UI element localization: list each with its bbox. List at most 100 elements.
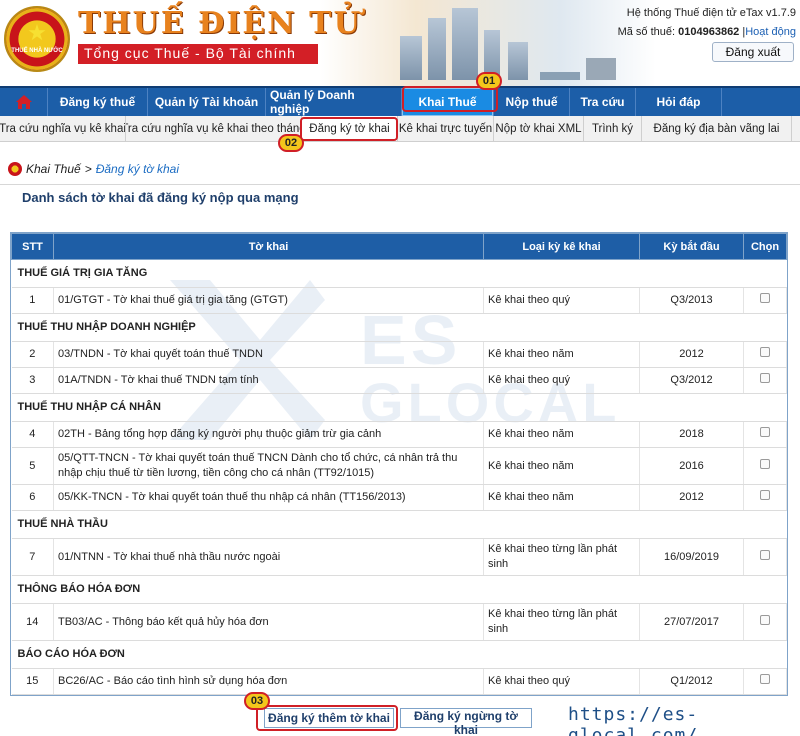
site-url[interactable]: https://es-glocal.com/ xyxy=(568,704,800,736)
group-title: THUẾ THU NHẬP CÁ NHÂN xyxy=(11,393,787,422)
row-name: 02TH - Bảng tổng hợp đăng ký người phụ t… xyxy=(53,421,484,448)
col-loai-ky: Loại kỳ kê khai xyxy=(483,233,640,260)
row-name: 01A/TNDN - Tờ khai thuế TNDN tạm tính xyxy=(53,367,484,394)
divider xyxy=(0,184,800,185)
row-name: 01/GTGT - Tờ khai thuế giá trị gia tăng … xyxy=(53,287,484,314)
row-name: 05/KK-TNCN - Tờ khai quyết toán thuế thu… xyxy=(53,484,484,511)
emblem-text: THUẾ NHÀ NƯỚC xyxy=(11,48,63,54)
row-name: 03/TNDN - Tờ khai quyết toán thuế TNDN xyxy=(53,341,484,368)
row-checkbox[interactable] xyxy=(760,458,770,469)
row-stt: 3 xyxy=(11,367,54,394)
row-period: 2018 xyxy=(639,421,744,448)
table-row: 3 01A/TNDN - Tờ khai thuế TNDN tạm tính … xyxy=(11,367,787,394)
row-checkbox[interactable] xyxy=(760,373,770,383)
row-type: Kê khai theo quý xyxy=(483,287,640,314)
row-period: 16/09/2019 xyxy=(639,538,744,576)
group-row: BÁO CÁO HÓA ĐƠN xyxy=(11,640,787,669)
system-name: Hệ thống Thuế điện tử eTax v1.7.9 xyxy=(626,7,796,19)
row-type: Kê khai theo quý xyxy=(483,668,640,695)
nav-item-dang-ky-thue[interactable]: Đăng ký thuế xyxy=(48,88,148,116)
brand-subtitle: Tổng cục Thuế - Bộ Tài chính xyxy=(78,44,318,64)
star-icon: ★ xyxy=(27,20,47,45)
row-stt: 14 xyxy=(11,603,54,641)
subnav-trinh-ky[interactable]: Trình ký xyxy=(584,116,642,141)
col-stt: STT xyxy=(11,233,54,260)
home-icon[interactable] xyxy=(0,88,48,116)
table-row: 5 05/QTT-TNCN - Tờ khai quyết toán thuế … xyxy=(11,447,787,485)
logout-button[interactable]: Đăng xuất xyxy=(712,42,794,62)
nav-item-quan-ly-doanh-nghiep[interactable]: Quản lý Doanh nghiệp xyxy=(266,88,402,116)
account-info: Hệ thống Thuế điện tử eTax v1.7.9 Mã số … xyxy=(618,4,796,42)
row-checkbox[interactable] xyxy=(760,549,770,560)
highlight-register-more xyxy=(256,705,398,731)
row-checkbox[interactable] xyxy=(760,614,770,625)
group-row: THUẾ GIÁ TRỊ GIA TĂNG xyxy=(11,259,787,288)
brand-title: THUẾ ĐIỆN TỬ xyxy=(78,6,362,41)
group-title: THUẾ THU NHẬP DOANH NGHIỆP xyxy=(11,313,787,342)
row-type: Kê khai theo từng lần phát sinh xyxy=(483,603,640,641)
table-row: 7 01/NTNN - Tờ khai thuế nhà thầu nước n… xyxy=(11,538,787,576)
register-stop-button[interactable]: Đăng ký ngừng tờ khai xyxy=(400,708,532,736)
row-period: Q3/2013 xyxy=(639,287,744,314)
row-type: Kê khai theo từng lần phát sinh xyxy=(483,538,640,576)
nav-item-quan-ly-tai-khoan[interactable]: Quản lý Tài khoản xyxy=(148,88,266,116)
row-stt: 7 xyxy=(11,538,54,576)
row-period: 27/07/2017 xyxy=(639,603,744,641)
table-row: 6 05/KK-TNCN - Tờ khai quyết toán thuế t… xyxy=(11,484,787,511)
row-checkbox[interactable] xyxy=(760,674,770,684)
group-row: THUẾ NHÀ THẦU xyxy=(11,510,787,539)
group-row: THUẾ THU NHẬP DOANH NGHIỆP xyxy=(11,313,787,342)
subnav-dang-ky-dia-ban[interactable]: Đăng ký địa bàn vãng lai xyxy=(642,116,792,141)
declaration-table: STT Tờ khai Loại kỳ kê khai Kỳ bắt đầu C… xyxy=(10,232,788,696)
row-checkbox[interactable] xyxy=(760,347,770,357)
row-stt: 6 xyxy=(11,484,54,511)
breadcrumb-parent[interactable]: Khai Thuế xyxy=(26,162,81,176)
group-title: THÔNG BÁO HÓA ĐƠN xyxy=(11,575,787,604)
tax-id-value: 0104963862 xyxy=(678,26,740,38)
breadcrumb-separator: > xyxy=(84,162,92,176)
row-period: 2012 xyxy=(639,484,744,511)
row-checkbox[interactable] xyxy=(760,490,770,500)
group-title: THUẾ NHÀ THẦU xyxy=(11,510,787,539)
row-period: Q3/2012 xyxy=(639,367,744,394)
status-link[interactable]: Hoạt động xyxy=(745,26,796,38)
table-row: 2 03/TNDN - Tờ khai quyết toán thuế TNDN… xyxy=(11,341,787,368)
national-emblem-logo: ★ THUẾ NHÀ NƯỚC xyxy=(4,6,70,72)
nav-item-hoi-dap[interactable]: Hỏi đáp xyxy=(636,88,722,116)
main-nav: Đăng ký thuế Quản lý Tài khoản Quản lý D… xyxy=(0,86,800,116)
callout-badge-03: 03 xyxy=(244,692,270,710)
subnav-tra-cuu-theo-thang[interactable]: Tra cứu nghĩa vụ kê khai theo tháng xyxy=(126,116,302,141)
breadcrumb-current[interactable]: Đăng ký tờ khai xyxy=(96,162,179,176)
table-row: 14 TB03/AC - Thông báo kết quả hủy hóa đ… xyxy=(11,603,787,641)
row-type: Kê khai theo năm xyxy=(483,421,640,448)
row-checkbox[interactable] xyxy=(760,293,770,303)
row-stt: 5 xyxy=(11,447,54,485)
city-skyline-banner xyxy=(380,4,640,84)
row-checkbox[interactable] xyxy=(760,427,770,437)
highlight-dang-ky-to-khai xyxy=(300,117,398,141)
row-type: Kê khai theo năm xyxy=(483,484,640,511)
col-chon: Chọn xyxy=(743,233,787,260)
row-period: 2012 xyxy=(639,341,744,368)
subnav-nop-to-khai-xml[interactable]: Nộp tờ khai XML xyxy=(494,116,584,141)
group-title: BÁO CÁO HÓA ĐƠN xyxy=(11,640,787,669)
table-header-row: STT Tờ khai Loại kỳ kê khai Kỳ bắt đầu C… xyxy=(11,233,787,260)
group-row: THUẾ THU NHẬP CÁ NHÂN xyxy=(11,393,787,422)
row-period: 2016 xyxy=(639,447,744,485)
nav-item-tra-cuu[interactable]: Tra cứu xyxy=(570,88,636,116)
table-row: 1 01/GTGT - Tờ khai thuế giá trị gia tăn… xyxy=(11,287,787,314)
group-row: THÔNG BÁO HÓA ĐƠN xyxy=(11,575,787,604)
row-name: 05/QTT-TNCN - Tờ khai quyết toán thuế TN… xyxy=(53,447,484,485)
col-ky-bat-dau: Kỳ bắt đầu xyxy=(639,233,744,260)
tax-id-label: Mã số thuế: xyxy=(617,26,676,38)
subnav-ke-khai-truc-tuyen[interactable]: Kê khai trực tuyến xyxy=(398,116,494,141)
row-stt: 2 xyxy=(11,341,54,368)
row-stt: 4 xyxy=(11,421,54,448)
row-type: Kê khai theo năm xyxy=(483,447,640,485)
row-type: Kê khai theo năm xyxy=(483,341,640,368)
site-header: ★ THUẾ NHÀ NƯỚC THUẾ ĐIỆN TỬ Tổng cục Th… xyxy=(0,0,800,86)
callout-badge-02: 02 xyxy=(278,134,304,152)
sub-nav: Tra cứu nghĩa vụ kê khai Tra cứu nghĩa v… xyxy=(0,116,800,142)
subnav-tra-cuu-nghia-vu[interactable]: Tra cứu nghĩa vụ kê khai xyxy=(0,116,126,141)
nav-item-nop-thue[interactable]: Nộp thuế xyxy=(494,88,570,116)
